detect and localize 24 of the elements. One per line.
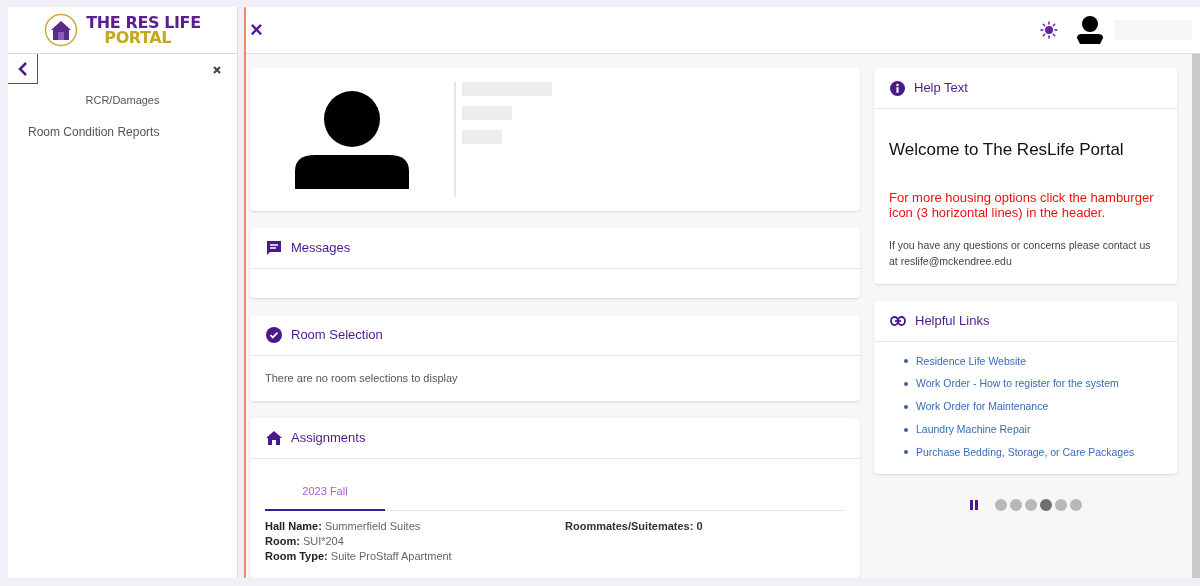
roommates-count: Roommates/Suitemates: 0 bbox=[565, 519, 703, 534]
helpful-link[interactable]: Work Order - How to register for the system bbox=[916, 376, 1119, 392]
contact-text: If you have any questions or concerns please contact us at reslife@mckendree.edu bbox=[889, 237, 1152, 269]
card-title: Messages bbox=[291, 239, 351, 258]
term-tab[interactable]: 2023 Fall bbox=[265, 474, 385, 511]
card-title: Room Selection bbox=[291, 326, 383, 345]
logo-text: PORTAL bbox=[104, 30, 173, 45]
helpful-link[interactable]: Work Order for Maintenance bbox=[916, 399, 1049, 415]
notice-text: For more housing options click the hamburger icon (3 horizontal lines) in the header. bbox=[889, 189, 1155, 220]
welcome-heading: Welcome to The ResLife Portal bbox=[889, 139, 1125, 161]
card-title: Helpful Links bbox=[915, 311, 990, 330]
sidebar-link[interactable]: Room Condition Reports bbox=[8, 120, 237, 143]
logo-text: THE RES LIFE bbox=[86, 15, 201, 30]
section-label: RCR/Damages bbox=[84, 93, 161, 108]
assignment-field: Room: SUI*204 bbox=[265, 534, 565, 549]
card-title: Assignments bbox=[291, 429, 366, 448]
helpful-link[interactable]: Laundry Machine Repair bbox=[916, 421, 1031, 438]
close-button[interactable]: × bbox=[250, 19, 263, 41]
helpful-link[interactable]: Purchase Bedding, Storage, or Care Packages bbox=[916, 444, 1135, 461]
assignment-field: Hall Name: Summerfield Suites bbox=[265, 519, 565, 534]
helpful-link[interactable]: Residence Life Website bbox=[916, 353, 1027, 370]
empty-message: There are no room selections to display bbox=[265, 371, 458, 387]
assignment-field: Room Type: Suite ProStaff Apartment bbox=[265, 549, 565, 564]
card-title: Help Text bbox=[914, 79, 968, 98]
